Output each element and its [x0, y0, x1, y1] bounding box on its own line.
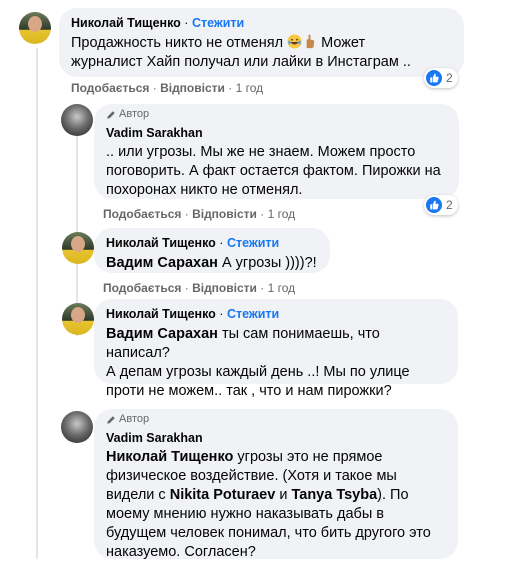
comment-text: А депам угрозы каждый день ..! Мы по ули…	[106, 364, 410, 380]
author-badge: Автор	[106, 413, 446, 426]
mention-link[interactable]: Tanya Tsyba	[291, 487, 377, 503]
like-reaction-icon	[426, 197, 442, 213]
follow-link[interactable]: Стежити	[227, 236, 279, 250]
comment-text: Может	[321, 35, 366, 51]
separator-dot: ·	[219, 307, 224, 321]
comment-text: Продажность никто не отменял	[71, 35, 284, 51]
comment-text: физическое воздействие. (Хотя и такое мы	[106, 468, 397, 484]
comment-text: и	[279, 487, 288, 503]
like-reaction-icon	[426, 70, 442, 86]
hand-emoji-icon	[306, 34, 315, 49]
avatar[interactable]	[61, 411, 93, 443]
comment-text: видели с	[106, 487, 166, 503]
pen-author-icon	[107, 415, 115, 424]
avatar[interactable]	[62, 303, 94, 335]
comment-text: А угрозы ))))?!	[221, 255, 317, 271]
author-name[interactable]: Vadim Sarakhan	[106, 126, 203, 140]
comment-bubble: Николай Тищенко · Стежити Вадим Сарахан …	[94, 299, 458, 399]
comment-bubble: Автор Vadim Sarakhan .. или угрозы. Мы ж…	[94, 104, 459, 199]
like-button[interactable]: Подобається	[103, 281, 181, 295]
like-button[interactable]: Подобається	[103, 207, 181, 221]
reply-button[interactable]: Відповісти	[160, 81, 225, 95]
avatar[interactable]	[62, 232, 94, 264]
comment-text: похоронах никто не отменял.	[106, 182, 303, 198]
avatar[interactable]	[19, 12, 51, 44]
author-name[interactable]: Николай Тищенко	[71, 16, 181, 30]
reaction-count[interactable]: 2	[424, 68, 458, 88]
comment-text: журналист Хайп получал или лайки в Инста…	[71, 54, 411, 70]
reply-button[interactable]: Відповісти	[192, 281, 257, 295]
comment-bubble: Николай Тищенко · Стежити Продажность ни…	[59, 8, 464, 77]
timestamp[interactable]: 1 год	[268, 281, 296, 295]
timestamp[interactable]: 1 год	[268, 207, 296, 221]
author-badge: Автор	[106, 108, 447, 121]
separator-dot: ·	[184, 16, 189, 30]
follow-link[interactable]: Стежити	[227, 307, 279, 321]
reaction-count[interactable]: 2	[424, 195, 458, 215]
mention-link[interactable]: Nikita Poturaev	[170, 487, 276, 503]
comment-bubble: Автор Vadim Sarakhan Николай Тищенко угр…	[94, 409, 458, 560]
timestamp[interactable]: 1 год	[236, 81, 264, 95]
comment-text: будущем человек понимал, что бить другог…	[106, 525, 431, 541]
reply-button[interactable]: Відповісти	[192, 207, 257, 221]
author-name[interactable]: Николай Тищенко	[106, 307, 216, 321]
comment-text: ). По	[377, 487, 409, 503]
comment-text: .. или угрозы. Мы же не знаем. Можем про…	[106, 144, 416, 160]
pen-author-icon	[107, 110, 115, 119]
comment-text: наказуемо. Согласен?	[106, 544, 256, 560]
comment-text: угрозы это не прямое	[237, 449, 383, 465]
comment-bubble: Николай Тищенко · Стежити Вадим Сарахан …	[94, 228, 330, 273]
like-button[interactable]: Подобається	[71, 81, 149, 95]
thread-line	[36, 48, 38, 559]
comment-text: проти не можем.. так , что и нам пирожки…	[106, 383, 392, 399]
author-name[interactable]: Николай Тищенко	[106, 236, 216, 250]
reaction-number: 2	[446, 71, 453, 85]
mention-link[interactable]: Вадим Сарахан	[106, 326, 218, 342]
comment-text: моему мнению нужно наказывать дабы в	[106, 506, 384, 522]
comment-text: поговорить. А факт остается фактом. Пиро…	[106, 163, 441, 179]
reaction-number: 2	[446, 198, 453, 212]
follow-link[interactable]: Стежити	[192, 16, 244, 30]
separator-dot: ·	[219, 236, 224, 250]
mention-link[interactable]: Николай Тищенко	[106, 449, 233, 465]
mention-link[interactable]: Вадим Сарахан	[106, 255, 218, 271]
laughing-emoji-icon	[287, 34, 302, 49]
avatar[interactable]	[61, 104, 93, 136]
author-name[interactable]: Vadim Sarakhan	[106, 431, 203, 445]
